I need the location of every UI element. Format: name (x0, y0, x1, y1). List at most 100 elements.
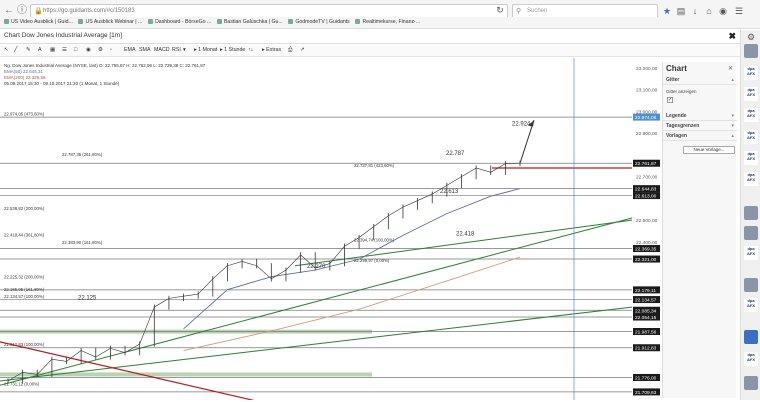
reading-list-icon[interactable]: ▤ (675, 5, 687, 17)
eye-icon[interactable]: ◉ (86, 47, 91, 53)
menu-icon[interactable]: ☰ (733, 5, 745, 17)
toolbar-sma-button[interactable]: SMA (139, 47, 150, 53)
fib-level-label: 22.418,44 (361,80%) (4, 232, 45, 237)
price-line (374, 216, 389, 227)
expand-icon[interactable]: ▾ (731, 122, 734, 131)
price-axis-label: 22.321,00 (635, 257, 657, 263)
bookmark-label: Dashboard - BörseGo ... (155, 19, 211, 25)
target-annotation: 22.924 (512, 122, 531, 128)
bookmark-item[interactable]: GodmodeTV | Guidants (288, 17, 349, 28)
price-line (286, 255, 301, 270)
price-axis-label: 21.912,83 (635, 346, 657, 352)
price-axis-label: 22.613,00 (635, 194, 657, 200)
bookmark-item[interactable]: Realtimekurse, Finanz-... (355, 17, 420, 28)
fib-tool-icon[interactable]: ☰ (62, 47, 67, 53)
dpa-afx-logo[interactable]: dpa AFX (744, 108, 758, 122)
avatar[interactable] (744, 278, 758, 292)
document-icon[interactable] (744, 330, 758, 344)
zoom-icon[interactable]: ↑↓ (248, 47, 253, 53)
price-chart[interactable]: 22.974,05 (473,60%)22.787,35 (261,80%)22… (0, 58, 660, 400)
expand-icon[interactable]: ▾ (731, 112, 734, 121)
target-annotation: 22.787 (446, 151, 465, 157)
bookmark-star-icon[interactable]: ★ (661, 5, 673, 17)
dpa-afx-logo[interactable]: dpa AFX (744, 172, 758, 186)
dpa-afx-logo[interactable]: dpa AFX (744, 246, 758, 260)
price-line (52, 359, 67, 361)
extras-label: Extras (266, 47, 281, 53)
avatar[interactable] (744, 206, 758, 220)
dpa-afx-logo[interactable]: dpa AFX (744, 151, 758, 165)
dpa-afx-logo[interactable]: dpa AFX (744, 130, 758, 144)
bookmark-favicon-icon (217, 19, 222, 24)
extras-menu[interactable]: ▸ Extras (262, 47, 281, 53)
section-gitter[interactable]: Gitter▴ (663, 76, 737, 85)
price-line (96, 348, 111, 357)
price-line (169, 296, 184, 298)
chart-type-icon[interactable]: ▫ (110, 47, 112, 53)
rect-tool-icon[interactable]: □ (74, 47, 77, 53)
section-tagesgrenzen[interactable]: Tagesgrenzen▾ (663, 122, 737, 131)
bookmark-item[interactable]: US Ausblick Webinar | ... (78, 17, 142, 28)
gitter-checkbox[interactable]: ✓ (667, 97, 673, 103)
bookmark-favicon-icon (355, 19, 360, 24)
indicator-menu-icon[interactable]: ▾ (183, 47, 186, 53)
price-line (418, 194, 433, 201)
panel-title: Chart (666, 64, 687, 73)
new-template-button[interactable]: Neue Vorlage... (683, 146, 735, 154)
price-line (140, 307, 155, 344)
dpa-afx-logo[interactable]: dpa AFX (744, 298, 758, 312)
pocket-icon[interactable]: ◉ (717, 5, 729, 17)
bookmarks-bar: US Video Ausblick | Guid... US Ausblick … (0, 17, 760, 29)
price-axis-label: 21.776,00 (635, 375, 657, 381)
price-axis-label: 22.085,34 (635, 308, 657, 314)
target-annotation: 22.613 (440, 189, 459, 195)
timeframe-interval-select[interactable]: ▸ 1 Stunde (220, 47, 245, 53)
text-tool-icon[interactable]: A (38, 47, 42, 53)
section-vorlagen[interactable]: Vorlagen ▴ (663, 132, 737, 141)
price-axis-label: 22.761,87 (635, 161, 657, 167)
reload-icon[interactable]: ↻ (494, 4, 506, 16)
timeframe-range-select[interactable]: ▸ 1 Monat (194, 47, 217, 53)
timeframe-range-label: 1 Monat (198, 47, 217, 53)
price-axis-label: 21.709,63 (635, 390, 657, 396)
share-icon[interactable]: ↗ (300, 47, 304, 53)
uptrend-line (0, 307, 632, 381)
fib-level-label: 22.134,57 (100,00%) (4, 294, 45, 299)
dpa-afx-logo[interactable]: dpa AFX (744, 66, 758, 80)
toolbar-rsi-button[interactable]: RSI (172, 47, 181, 53)
pointer-tool-icon[interactable]: ↖ (4, 47, 8, 53)
bookmark-label: US Ausblick Webinar | ... (85, 19, 142, 25)
price-line (227, 261, 242, 265)
line-tool-icon[interactable]: ╱ (14, 47, 17, 53)
bookmark-item[interactable]: Bastian Galuschka | Gu... (217, 17, 283, 28)
dpa-afx-logo[interactable]: dpa AFX (744, 87, 758, 101)
draw-tool-icon[interactable]: ✎ (26, 47, 30, 53)
section-legende[interactable]: Legende▾ (663, 112, 737, 121)
home-icon[interactable]: ⌂ (703, 5, 715, 17)
back-arrow-icon[interactable]: ← (3, 5, 15, 17)
panel-close-icon[interactable]: ✕ (728, 65, 733, 72)
avatar[interactable] (744, 44, 758, 58)
toolbar-ema-button[interactable]: EMA (124, 47, 135, 53)
page-info-icon[interactable]: ⓘ (16, 5, 28, 17)
settings-icon[interactable]: ⚙ (98, 47, 103, 53)
avatar[interactable] (744, 376, 758, 390)
fullscreen-close-icon[interactable]: ✖ (728, 31, 736, 42)
chart-window-header: Chart Dow Jones Industrial Average [1m] … (0, 30, 740, 44)
bookmark-item[interactable]: Dashboard - BörseGo ... (148, 17, 211, 28)
collapse-icon[interactable]: ▴ (731, 76, 734, 85)
avatar[interactable] (744, 226, 758, 240)
bookmark-label: GodmodeTV | Guidants (295, 19, 349, 25)
channel-tool-icon[interactable]: ▦ (50, 47, 55, 53)
section-vorlagen-label: Vorlagen (666, 133, 687, 139)
download-icon[interactable]: ↓ (689, 5, 701, 17)
print-icon[interactable]: ⎙ (288, 47, 292, 54)
fib-level-label: 22.165,95 (161,80%) (4, 287, 45, 292)
fib-level-label: 22.383,90 (161,80%) (62, 240, 103, 245)
collapse-icon[interactable]: ▴ (731, 132, 734, 141)
fib-level-label: 22.538,82 (200,00%) (4, 206, 45, 211)
chart-canvas[interactable]: 22.974,05 (473,60%)22.787,35 (261,80%)22… (0, 58, 660, 400)
bookmark-item[interactable]: US Video Ausblick | Guid... (4, 17, 73, 28)
dpa-afx-logo[interactable]: dpa AFX (744, 352, 758, 366)
toolbar-macd-button[interactable]: MACD (154, 47, 170, 53)
